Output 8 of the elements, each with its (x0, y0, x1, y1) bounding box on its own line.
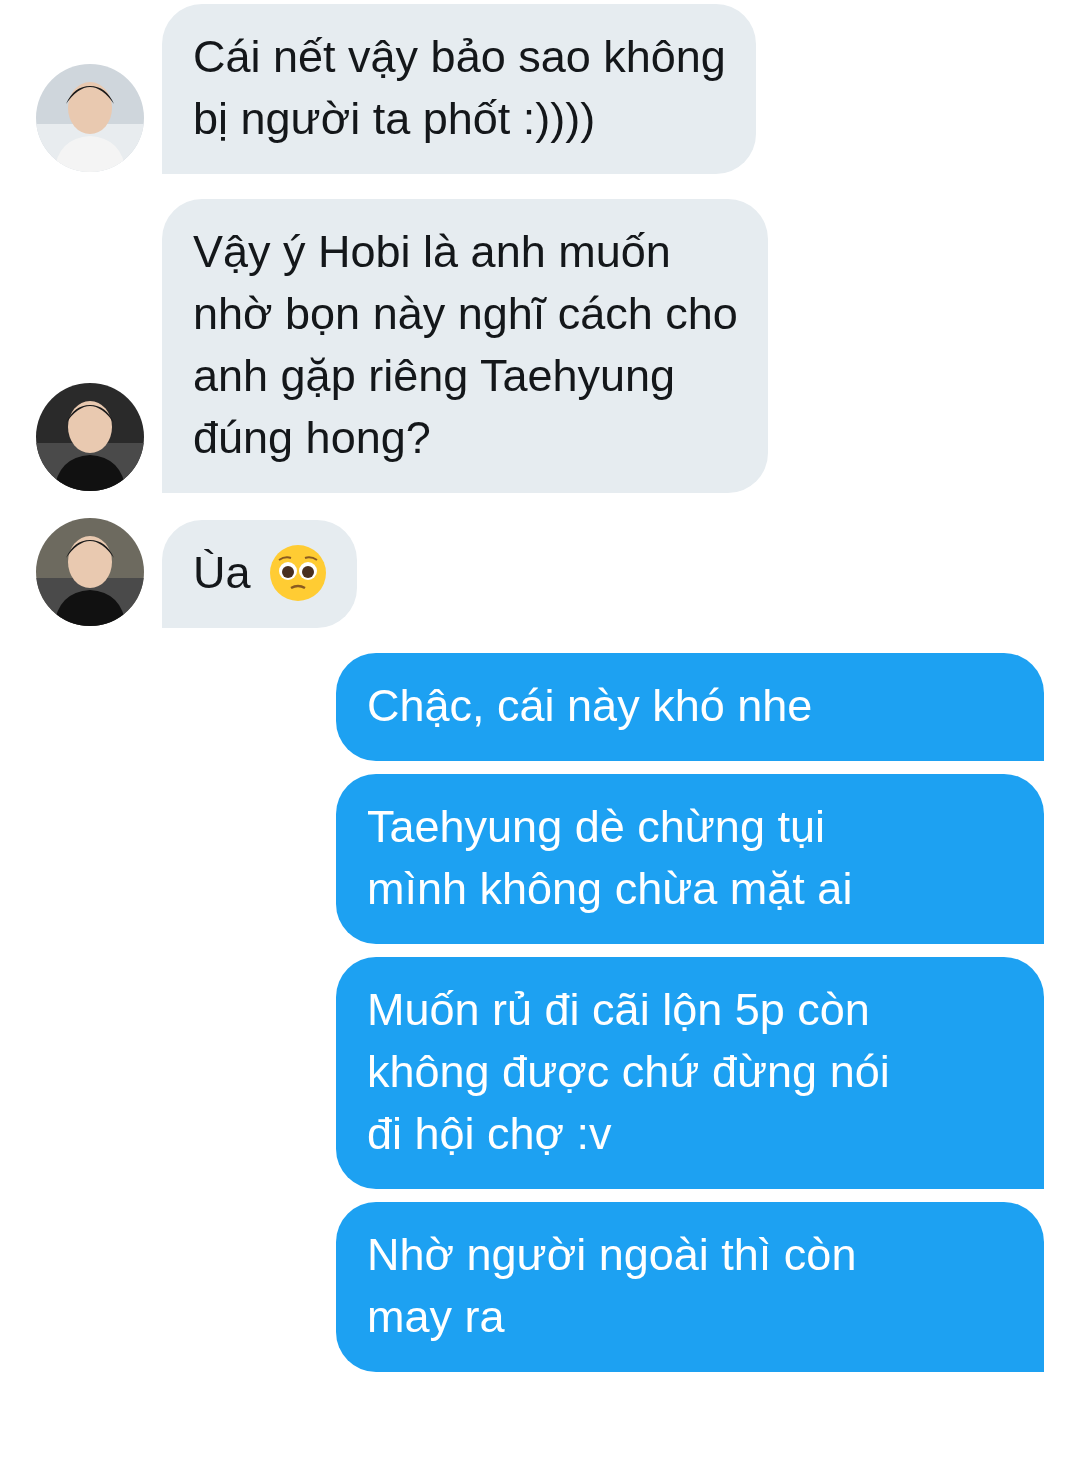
message-text: Chậc, cái này khó nhe (367, 679, 813, 733)
message-text: Cái nết vậy bảo sao không bị người ta phốt :)))) (193, 30, 726, 146)
pleading-face-icon (268, 544, 327, 602)
message-text: Taehyung dè chừng tụi mình không chừa mặt ai (367, 800, 853, 916)
message-text: Muốn rủ đi cãi lộn 5p còn không được chứ đừng nói đi hội chợ :v (367, 983, 890, 1161)
message-text: Nhờ người ngoài thì còn may ra (367, 1228, 857, 1344)
message-text: Ùa (193, 546, 251, 600)
message-text: Vậy ý Hobi là anh muốn nhờ bọn này nghĩ cách cho anh gặp riêng Taehyung đúng hong? (193, 225, 738, 465)
